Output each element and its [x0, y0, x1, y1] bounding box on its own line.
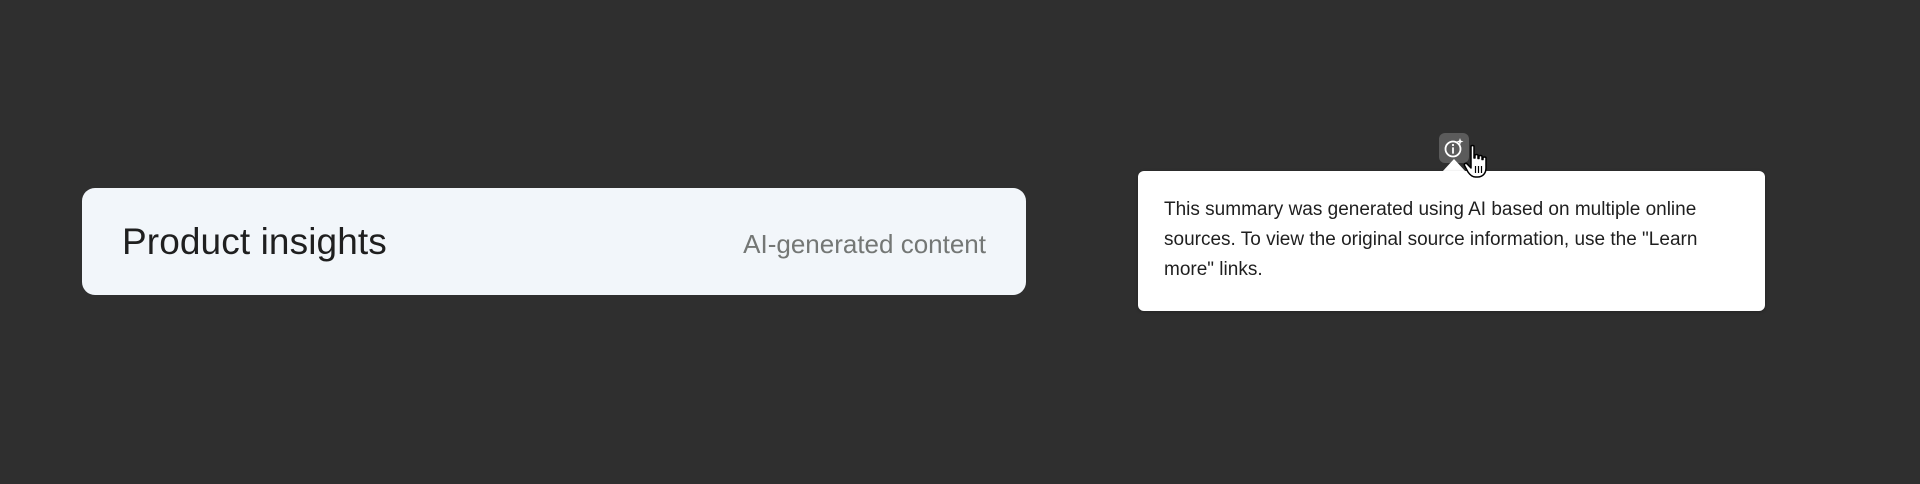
ai-generated-label: AI-generated content [743, 228, 986, 259]
product-insights-card: Product insights AI-generated content [82, 188, 1026, 295]
card-title: Product insights [122, 220, 387, 262]
info-sparkle-icon [1444, 138, 1464, 158]
ai-disclaimer-tooltip: This summary was generated using AI base… [1138, 171, 1765, 311]
tooltip-text: This summary was generated using AI base… [1164, 199, 1698, 280]
